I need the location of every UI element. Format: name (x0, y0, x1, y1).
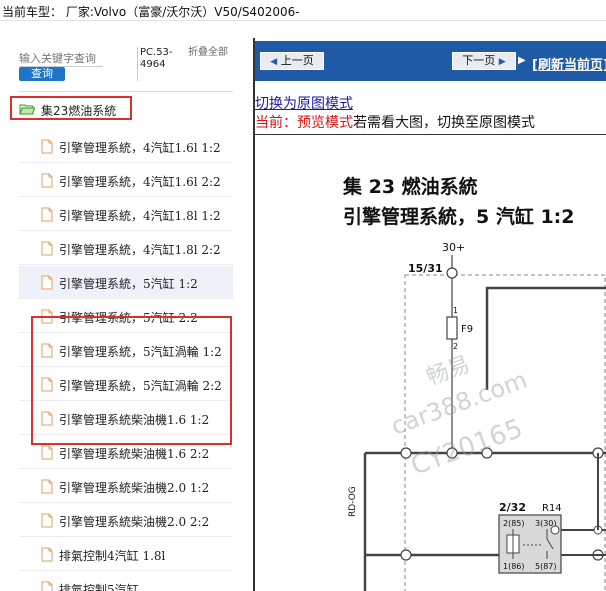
fuse-pin2: 2 (453, 342, 458, 351)
tree-view: 集23燃油系統 引擎管理系統，4汽缸1.6l 1:2 引擎管理系統，4汽缸1.6… (0, 90, 236, 591)
tree-item-label: 引擎管理系統柴油機2.0 2:2 (59, 515, 210, 529)
arrow-left-icon: ◀ (270, 57, 278, 67)
pc-code-label: PC.53-4964 (137, 47, 180, 81)
relay-pin-2-85: 2(85) (503, 519, 525, 528)
tree-item-label: 排氣控制5汽缸 (59, 583, 139, 591)
fuse-label: F9 (461, 324, 473, 335)
watermark: 畅易 car388.com CY20165 (387, 352, 530, 481)
document-icon (41, 479, 53, 494)
document-icon (41, 581, 53, 591)
wiring-diagram: 集 23 燃油系統 引擎管理系統，5 汽缸 1:2 30+ 15/31 1 2 … (342, 175, 606, 591)
refresh-page-link[interactable]: [刷新当前页] (532, 54, 606, 73)
arrow-right-small-icon: ▶ (518, 55, 526, 66)
tree-item-label: 引擎管理系統柴油機1.6 1:2 (59, 413, 210, 427)
search-area: 查询 PC.53-4964 折叠全部 (0, 38, 253, 90)
tree-item-label: 引擎管理系統，5汽缸 1:2 (59, 277, 198, 291)
relay-name: R14 (542, 503, 562, 514)
tree-item[interactable]: 引擎管理系統，4汽缸1.6l 1:2 (19, 130, 233, 163)
connector-node (550, 525, 560, 535)
mode-current: 当前：预览模式 (255, 115, 353, 131)
vehicle-title: 当前车型： 厂家:Volvo（富豪/沃尔沃）V50/S402006- (2, 5, 300, 19)
mode-hint: 若需看大图，切换至原图模式 (353, 115, 535, 131)
document-icon (41, 173, 53, 188)
tree-item[interactable]: 引擎管理系統柴油機1.6 2:2 (19, 436, 233, 469)
diagram-title: 集 23 燃油系統 (342, 175, 478, 198)
next-page-label: 下一页 (462, 54, 496, 67)
tree-item[interactable]: 引擎管理系統，4汽缸1.8l 1:2 (19, 198, 233, 231)
folder-open-icon (19, 104, 35, 115)
tree-item-label: 引擎管理系統柴油機2.0 1:2 (59, 481, 210, 495)
tree-item-label: 排氣控制4汽缸 1.8l (59, 549, 166, 563)
diagram-subtitle: 引擎管理系統，5 汽缸 1:2 (343, 205, 575, 228)
title-bar: 当前车型： 厂家:Volvo（富豪/沃尔沃）V50/S402006- (0, 0, 606, 21)
fuse-pin1: 1 (453, 306, 458, 315)
document-icon (41, 139, 53, 154)
tree-item-label: 引擎管理系統，5汽缸渦輪 2:2 (59, 379, 222, 393)
arrow-right-icon: ▶ (498, 57, 506, 67)
tree-item[interactable]: 引擎管理系統，5汽缸渦輪 1:2 (19, 334, 233, 367)
document-icon (41, 207, 53, 222)
tree-item[interactable]: 引擎管理系統，5汽缸 2:2 (19, 300, 233, 333)
relay-ref: 2/32 (499, 501, 526, 514)
document-icon (41, 513, 53, 528)
search-button[interactable]: 查询 (19, 67, 65, 81)
tree-item-label: 引擎管理系統，5汽缸渦輪 1:2 (59, 345, 222, 359)
wire-label: RD-OG (348, 486, 358, 517)
prev-page-label: 上一页 (280, 54, 314, 67)
tree-item[interactable]: 引擎管理系統，4汽缸1.6l 2:2 (19, 164, 233, 197)
fuse-symbol (446, 316, 458, 340)
folder-label: 集23燃油系統 (41, 104, 117, 118)
document-icon (41, 343, 53, 358)
tree-item-label: 引擎管理系統，4汽缸1.6l 2:2 (59, 175, 221, 189)
tree-item[interactable]: 引擎管理系統柴油機2.0 2:2 (19, 504, 233, 537)
relay-pin-1-86: 1(86) (503, 562, 525, 571)
viewer-toolbar: ◀ 上一页 下一页 ▶ ▶ [刷新当前页] (255, 41, 606, 81)
next-page-button[interactable]: 下一页 ▶ (452, 52, 516, 70)
document-icon (41, 547, 53, 562)
prev-page-button[interactable]: ◀ 上一页 (260, 52, 324, 70)
document-icon (41, 445, 53, 460)
collapse-all-button[interactable]: 折叠全部 (188, 47, 228, 59)
tree-item-label: 引擎管理系統，4汽缸1.8l 1:2 (59, 209, 221, 223)
switch-original-mode-link[interactable]: 切换为原图模式 (255, 93, 353, 113)
tree-item[interactable]: 引擎管理系統，5汽缸渦輪 2:2 (19, 368, 233, 401)
label-15-31: 15/31 (408, 262, 443, 275)
tree-item[interactable]: 引擎管理系統柴油機2.0 1:2 (19, 470, 233, 503)
document-icon (41, 411, 53, 426)
document-icon (41, 275, 53, 290)
connector-node (400, 549, 412, 561)
tree-item[interactable]: 引擎管理系統，4汽缸1.8l 2:2 (19, 232, 233, 265)
document-icon (41, 241, 53, 256)
viewer-pane: ◀ 上一页 下一页 ▶ ▶ [刷新当前页] 切换为原图模式 当前：预览模式若需看… (255, 38, 606, 591)
search-input[interactable] (19, 51, 103, 67)
relay-pin-5-87: 5(87) (535, 562, 557, 571)
tree-item-label: 引擎管理系統，4汽缸1.6l 1:2 (59, 141, 221, 155)
tree-item-label: 引擎管理系統，5汽缸 2:2 (59, 311, 198, 325)
tree-item[interactable]: 引擎管理系統柴油機1.6 1:2 (19, 402, 233, 435)
document-icon (41, 309, 53, 324)
tree-folder[interactable]: 集23燃油系統 (10, 96, 132, 120)
mode-info: 当前：预览模式若需看大图，切换至原图模式 (255, 112, 535, 132)
label-30: 30+ (442, 241, 465, 254)
document-icon (41, 377, 53, 392)
tree-item-selected[interactable]: 引擎管理系統，5汽缸 1:2 (19, 266, 233, 299)
tree-item-label: 引擎管理系統柴油機1.6 2:2 (59, 447, 210, 461)
tree-item[interactable]: 排氣控制5汽缸 (19, 572, 233, 591)
sidebar: 查询 PC.53-4964 折叠全部 集23燃油系統 引擎管理系統，4汽缸1.6… (0, 38, 253, 591)
connector-node (446, 267, 458, 279)
tree-item[interactable]: 排氣控制4汽缸 1.8l (19, 538, 233, 571)
tree-item-label: 引擎管理系統，4汽缸1.8l 2:2 (59, 243, 221, 257)
